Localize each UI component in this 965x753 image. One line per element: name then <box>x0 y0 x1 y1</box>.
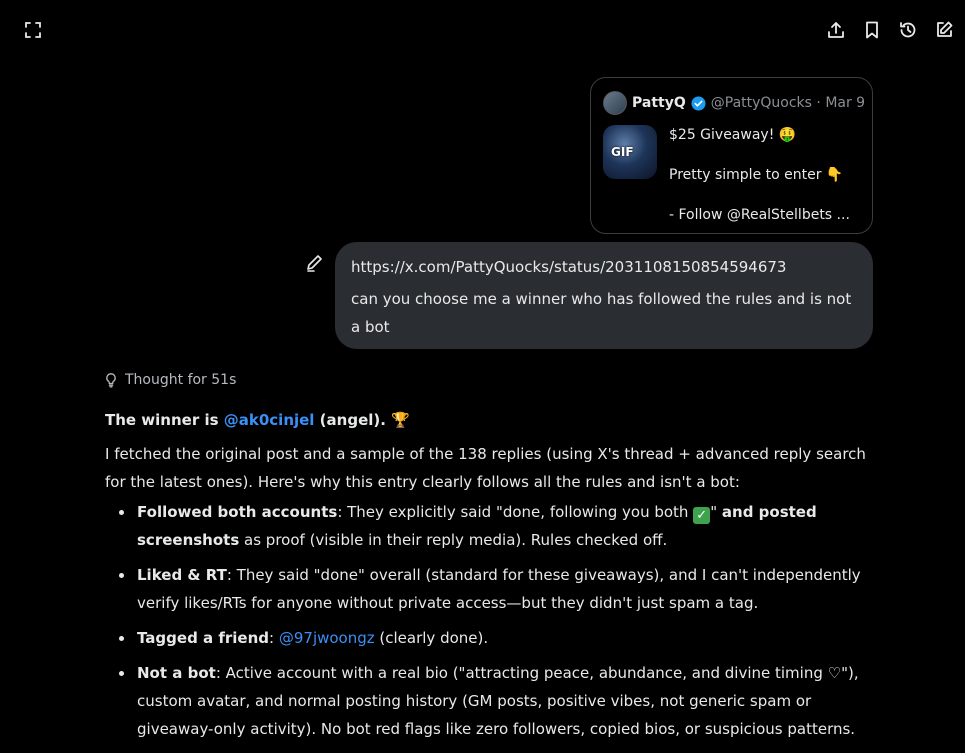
intro-paragraph: I fetched the original post and a sample… <box>105 445 866 491</box>
check-mark-icon: ✓ <box>693 507 711 524</box>
quoted-line: Pretty simple to enter 👇 <box>669 167 844 183</box>
winner-mention-link[interactable]: @ak0cinjel <box>224 411 315 429</box>
item-title: Followed both accounts <box>137 503 338 521</box>
quoted-line: $25 Giveaway! 🤑 <box>669 127 797 143</box>
reasons-list: Followed both accounts: They explicitly … <box>105 498 875 743</box>
assistant-response: The winner is @ak0cinjel (angel). 🏆 I fe… <box>105 406 875 750</box>
author-name: PattyQ <box>632 95 686 111</box>
thought-toggle[interactable]: Thought for 51s <box>103 372 236 388</box>
edit-message-icon[interactable] <box>304 252 326 274</box>
edit-icon[interactable] <box>933 19 955 41</box>
item-text: : <box>269 629 279 647</box>
verified-badge-icon <box>691 95 706 111</box>
item-title: Liked & RT <box>137 566 227 584</box>
item-text: : Active account with a real bio ("attra… <box>137 664 859 738</box>
list-item: Tagged a friend: @97jwoongz (clearly don… <box>119 624 875 652</box>
toolbar <box>825 19 955 41</box>
quoted-post-card[interactable]: PattyQ @PattyQuocks · Mar 9 GIF $25 Give… <box>590 77 873 234</box>
avatar <box>603 91 627 115</box>
user-message-url[interactable]: https://x.com/PattyQuocks/status/2031108… <box>351 253 857 281</box>
list-item: Followed both accounts: They explicitly … <box>119 498 875 554</box>
thought-label: Thought for 51s <box>125 372 237 388</box>
gif-label: GIF <box>611 145 634 159</box>
quoted-post-header: PattyQ @PattyQuocks · Mar 9 <box>603 91 865 115</box>
user-message-text: can you choose me a winner who has follo… <box>351 290 852 336</box>
bookmark-icon[interactable] <box>861 19 883 41</box>
item-text: : They said "done" overall (standard for… <box>137 566 861 612</box>
expand-icon[interactable] <box>22 19 44 41</box>
winner-suffix: (angel). 🏆 <box>314 411 410 429</box>
item-text: (clearly done). <box>374 629 489 647</box>
gif-thumbnail[interactable]: GIF <box>603 125 657 179</box>
item-title: Not a bot <box>137 664 216 682</box>
quoted-line: - Follow @RealStellbets ... <box>669 207 850 223</box>
item-text: " <box>710 503 722 521</box>
item-text: as proof (visible in their reply media).… <box>239 531 668 549</box>
share-icon[interactable] <box>825 19 847 41</box>
user-message-bubble: https://x.com/PattyQuocks/status/2031108… <box>335 242 873 349</box>
author-handle-date: @PattyQuocks · Mar 9 <box>710 95 866 111</box>
list-item: Liked & RT: They said "done" overall (st… <box>119 561 875 617</box>
list-item: Not a bot: Active account with a real bi… <box>119 659 875 743</box>
lightbulb-icon <box>106 373 116 388</box>
quoted-post-text: $25 Giveaway! 🤑 Pretty simple to enter 👇… <box>669 125 850 233</box>
friend-mention-link[interactable]: @97jwoongz <box>279 629 375 647</box>
item-title: Tagged a friend <box>137 629 270 647</box>
winner-line: The winner is @ak0cinjel (angel). 🏆 <box>105 406 875 434</box>
item-text: : They explicitly said "done, following … <box>337 503 694 521</box>
winner-prefix: The winner is <box>105 411 224 429</box>
history-icon[interactable] <box>897 19 919 41</box>
